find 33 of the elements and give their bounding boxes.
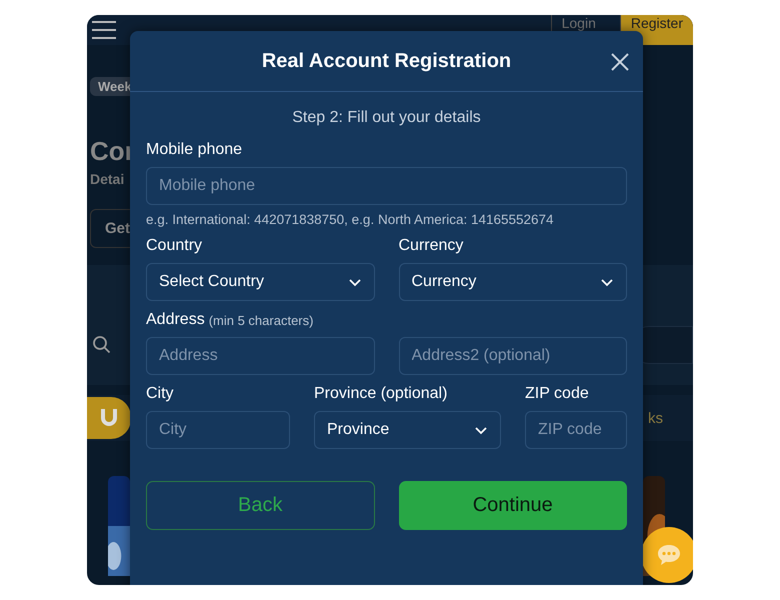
field-label: Mobile phone <box>146 141 242 159</box>
text-field[interactable]: Address2 (optional) <box>398 337 627 375</box>
close-icon <box>611 53 629 71</box>
text-field[interactable]: ZIP code <box>525 411 627 449</box>
chat-button[interactable] <box>641 527 693 583</box>
text-field[interactable]: Address <box>146 337 374 375</box>
dialog-title: Real Account Registration <box>262 50 512 72</box>
dropdown[interactable]: Province <box>314 411 501 449</box>
text-field[interactable]: City <box>146 411 290 449</box>
field-label: Address <box>146 311 205 329</box>
field-label: Country <box>146 237 202 255</box>
field-label: Province (optional) <box>314 385 448 403</box>
dropdown[interactable]: Currency <box>398 263 627 301</box>
continue-button[interactable]: Continue <box>398 481 627 530</box>
close-button[interactable] <box>609 51 631 73</box>
field-note: (min 5 characters) <box>208 313 314 328</box>
field-hint: e.g. International: 442071838750, e.g. North America: 14165552674 <box>146 212 555 227</box>
step-text: Step 2: Fill out your details <box>292 109 481 127</box>
chevron-down-icon <box>348 278 362 286</box>
field-label: Currency <box>398 237 464 255</box>
search-icon[interactable] <box>93 336 111 354</box>
back-button[interactable]: Back <box>146 481 374 530</box>
page-heading: Cor <box>90 136 135 167</box>
menu-icon[interactable] <box>91 20 117 40</box>
chevron-down-icon <box>600 278 614 286</box>
chevron-down-icon <box>474 426 488 434</box>
chat-icon <box>656 543 682 567</box>
page-subheading: Detai <box>90 171 124 187</box>
field-label: ZIP code <box>525 385 589 403</box>
text-field[interactable]: Mobile phone <box>146 167 627 205</box>
dropdown[interactable]: Select Country <box>146 263 374 301</box>
category-label[interactable]: ks <box>648 410 663 426</box>
field-label: City <box>146 385 174 403</box>
